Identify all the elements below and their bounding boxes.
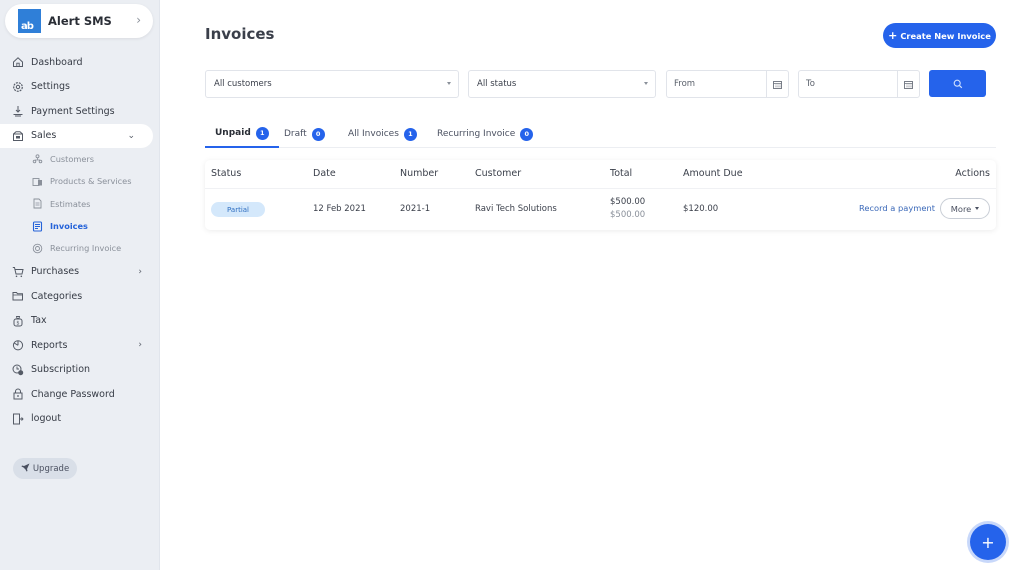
sidebar-item-logout[interactable]: logout bbox=[0, 406, 160, 431]
subscription-icon bbox=[11, 363, 24, 376]
from-date-input[interactable]: From bbox=[666, 70, 789, 98]
upgrade-button[interactable]: Upgrade bbox=[13, 458, 77, 479]
caret-down-icon bbox=[447, 82, 451, 85]
count-badge: 0 bbox=[311, 127, 325, 141]
page-title: Invoices bbox=[205, 25, 275, 43]
sidebar-subitem-recurring-invoice[interactable]: Recurring Invoice bbox=[0, 237, 160, 259]
chevron-right-icon: › bbox=[136, 13, 141, 27]
sidebar-item-tax[interactable]: $ Tax bbox=[0, 308, 160, 333]
sales-icon bbox=[11, 129, 24, 142]
count-badge: 1 bbox=[255, 126, 269, 140]
count-badge: 1 bbox=[403, 127, 417, 141]
sidebar-item-change-password[interactable]: Change Password bbox=[0, 382, 160, 407]
customer-select[interactable]: All customers bbox=[205, 70, 459, 98]
cart-icon bbox=[11, 265, 24, 278]
lock-icon bbox=[11, 388, 24, 401]
invoice-tabs: Unpaid 1 Draft 0 All Invoices 1 Recurrin… bbox=[205, 120, 996, 148]
brand-name: Alert SMS bbox=[48, 14, 112, 28]
column-header-amount-due[interactable]: Amount Due bbox=[683, 168, 743, 179]
sidebar-item-reports[interactable]: Reports › bbox=[0, 333, 160, 358]
column-header-total[interactable]: Total bbox=[610, 168, 632, 179]
sidebar-nav: Dashboard Settings Payment Settings Sale… bbox=[0, 50, 160, 431]
search-icon bbox=[953, 74, 963, 93]
sidebar: ab Alert SMS › Dashboard Settings Paymen… bbox=[0, 0, 160, 570]
customers-icon bbox=[31, 153, 43, 165]
chevron-right-icon: › bbox=[138, 266, 142, 277]
sidebar-subitem-products-services[interactable]: Products & Services bbox=[0, 170, 160, 192]
svg-text:$: $ bbox=[16, 320, 19, 326]
logout-icon bbox=[11, 412, 24, 425]
caret-down-icon bbox=[975, 207, 980, 210]
home-icon bbox=[11, 56, 24, 69]
column-header-actions: Actions bbox=[955, 168, 990, 179]
divider bbox=[205, 188, 996, 189]
floating-add-button[interactable]: + bbox=[970, 524, 1006, 560]
folder-icon bbox=[11, 290, 24, 303]
status-select[interactable]: All status bbox=[468, 70, 656, 98]
search-button[interactable] bbox=[929, 70, 986, 97]
gear-icon bbox=[11, 80, 24, 93]
sidebar-subitem-customers[interactable]: Customers bbox=[0, 148, 160, 170]
column-header-number[interactable]: Number bbox=[400, 168, 438, 179]
calendar-icon[interactable] bbox=[766, 71, 788, 97]
sidebar-item-dashboard[interactable]: Dashboard bbox=[0, 50, 160, 75]
caret-down-icon bbox=[644, 82, 648, 85]
invoice-total: $500.00 bbox=[610, 197, 646, 207]
sidebar-item-categories[interactable]: Categories bbox=[0, 284, 160, 309]
tax-icon: $ bbox=[11, 314, 24, 327]
tab-recurring-invoice[interactable]: Recurring Invoice 0 bbox=[437, 120, 534, 148]
payment-icon bbox=[11, 105, 24, 118]
invoices-icon bbox=[31, 220, 43, 232]
invoices-table: Status Date Number Customer Total Amount… bbox=[205, 160, 996, 230]
sidebar-item-sales[interactable]: Sales ⌄ bbox=[0, 123, 153, 148]
plus-icon: + bbox=[888, 29, 898, 42]
invoice-amount-due: $120.00 bbox=[683, 204, 719, 214]
to-date-input[interactable]: To bbox=[798, 70, 920, 98]
column-header-status[interactable]: Status bbox=[211, 168, 241, 179]
record-payment-link[interactable]: Record a payment bbox=[859, 203, 935, 213]
more-dropdown-button[interactable]: More bbox=[940, 198, 990, 219]
invoice-number[interactable]: 2021-1 bbox=[400, 204, 430, 214]
column-header-date[interactable]: Date bbox=[313, 168, 336, 179]
rocket-icon bbox=[21, 463, 30, 475]
tab-draft[interactable]: Draft 0 bbox=[284, 120, 325, 148]
calendar-icon[interactable] bbox=[897, 71, 919, 97]
status-badge: Partial bbox=[211, 202, 265, 217]
brand-logo: ab bbox=[18, 9, 41, 33]
sidebar-item-subscription[interactable]: Subscription bbox=[0, 357, 160, 382]
chevron-down-icon: ⌄ bbox=[127, 130, 135, 141]
sidebar-item-payment-settings[interactable]: Payment Settings bbox=[0, 99, 160, 124]
sidebar-item-purchases[interactable]: Purchases › bbox=[0, 259, 160, 284]
brand-switcher[interactable]: ab Alert SMS › bbox=[5, 4, 153, 38]
sidebar-item-settings[interactable]: Settings bbox=[0, 75, 160, 100]
recurring-icon bbox=[31, 242, 43, 254]
create-new-invoice-button[interactable]: + Create New Invoice bbox=[883, 23, 996, 48]
invoice-customer: Ravi Tech Solutions bbox=[475, 204, 557, 214]
sidebar-subitem-estimates[interactable]: Estimates bbox=[0, 193, 160, 215]
reports-icon bbox=[11, 339, 24, 352]
products-icon bbox=[31, 175, 43, 187]
tab-all-invoices[interactable]: All Invoices 1 bbox=[348, 120, 417, 148]
count-badge: 0 bbox=[520, 127, 534, 141]
chevron-right-icon: › bbox=[138, 340, 142, 351]
invoice-date: 12 Feb 2021 bbox=[313, 204, 366, 214]
column-header-customer[interactable]: Customer bbox=[475, 168, 521, 179]
invoice-total-secondary: $500.00 bbox=[610, 210, 646, 220]
estimates-icon bbox=[31, 198, 43, 210]
tab-unpaid[interactable]: Unpaid 1 bbox=[205, 120, 279, 148]
sidebar-subitem-invoices[interactable]: Invoices bbox=[0, 215, 160, 237]
plus-icon: + bbox=[981, 532, 995, 552]
